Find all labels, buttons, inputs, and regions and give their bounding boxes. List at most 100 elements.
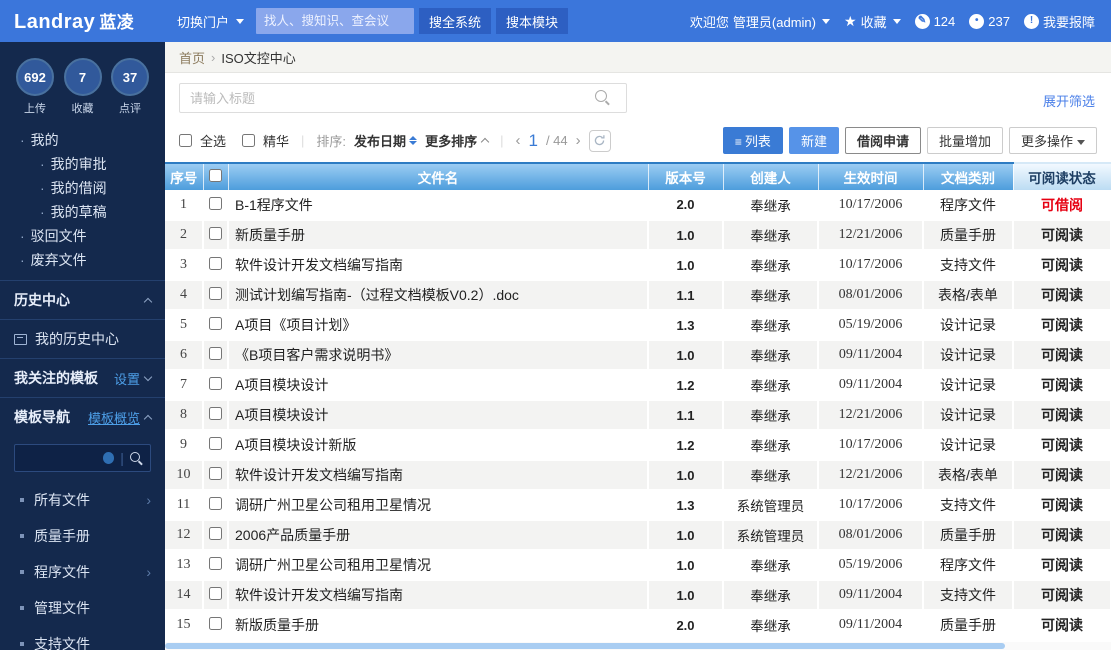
sidebar-search-input[interactable] xyxy=(23,451,103,465)
sort-field-button[interactable]: 发布日期 xyxy=(354,131,417,150)
file-name[interactable]: 《B项目客户需求说明书》 xyxy=(228,340,648,370)
row-checkbox[interactable] xyxy=(209,377,222,390)
file-name[interactable]: 软件设计开发文档编写指南 xyxy=(228,580,648,610)
user-menu[interactable]: 欢迎您管理员(admin) xyxy=(690,12,830,31)
table-row[interactable]: 2 新质量手册 1.0 奉继承 12/21/2006 质量手册 可阅读 xyxy=(165,220,1111,250)
table-row[interactable]: 1 B-1程序文件 2.0 奉继承 10/17/2006 程序文件 可借阅 xyxy=(165,190,1111,220)
search-icon[interactable] xyxy=(130,452,142,465)
table-row[interactable]: 7 A项目模块设计 1.2 奉继承 09/11/2004 设计记录 可阅读 xyxy=(165,370,1111,400)
portal-switch[interactable]: 切换门户 xyxy=(177,12,244,31)
table-row[interactable]: 14 软件设计开发文档编写指南 1.0 奉继承 09/11/2004 支持文件 … xyxy=(165,580,1111,610)
sidebar-search-box[interactable]: | xyxy=(14,444,151,472)
search-module-button[interactable]: 搜本模块 xyxy=(496,8,568,34)
sidebar-section-history[interactable]: 历史中心 xyxy=(0,280,165,319)
file-name[interactable]: 调研广州卫星公司租用卫星情况 xyxy=(228,550,648,580)
row-checkbox[interactable] xyxy=(209,227,222,240)
current-page[interactable]: 1 xyxy=(528,131,537,151)
row-checkbox[interactable] xyxy=(209,467,222,480)
row-checkbox[interactable] xyxy=(209,257,222,270)
file-name[interactable]: B-1程序文件 xyxy=(228,190,648,220)
sidebar-item-my-history[interactable]: 我的历史中心 xyxy=(0,319,165,358)
sidebar-item[interactable]: ·废弃文件 xyxy=(0,248,165,272)
header-effective-date[interactable]: 生效时间 xyxy=(818,163,923,190)
more-actions-button[interactable]: 更多操作 xyxy=(1009,127,1097,154)
file-name[interactable]: 调研广州卫星公司租用卫星情况 xyxy=(228,490,648,520)
refresh-button[interactable] xyxy=(589,130,611,152)
sidebar-section-template-nav[interactable]: 模板导航 模板概览 xyxy=(0,397,165,436)
list-view-button[interactable]: ≡列表 xyxy=(723,127,783,154)
more-sort-button[interactable]: 更多排序 xyxy=(425,131,488,150)
table-row[interactable]: 8 A项目模块设计 1.1 奉继承 12/21/2006 设计记录 可阅读 xyxy=(165,400,1111,430)
row-checkbox[interactable] xyxy=(209,617,222,630)
comment-counter[interactable]: •237 xyxy=(969,14,1010,29)
row-checkbox[interactable] xyxy=(209,317,222,330)
row-checkbox[interactable] xyxy=(209,347,222,360)
settings-link[interactable]: 设置 xyxy=(114,369,140,388)
row-checkbox[interactable] xyxy=(209,437,222,450)
sidebar-section-followed-templates[interactable]: 我关注的模板 设置 xyxy=(0,358,165,397)
table-row[interactable]: 5 A项目《项目计划》 1.3 奉继承 05/19/2006 设计记录 可阅读 xyxy=(165,310,1111,340)
header-version[interactable]: 版本号 xyxy=(648,163,723,190)
file-name[interactable]: 新版质量手册 xyxy=(228,610,648,640)
file-name[interactable]: 软件设计开发文档编写指南 xyxy=(228,460,648,490)
sidebar-file-item[interactable]: 所有文件 › xyxy=(0,482,165,518)
table-row[interactable]: 12 2006产品质量手册 1.0 系统管理员 08/01/2006 质量手册 … xyxy=(165,520,1111,550)
prev-page-button[interactable]: ‹ xyxy=(515,132,520,149)
breadcrumb-home[interactable]: 首页 xyxy=(179,48,205,67)
table-row[interactable]: 3 软件设计开发文档编写指南 1.0 奉继承 10/17/2006 支持文件 可… xyxy=(165,250,1111,280)
table-row[interactable]: 4 测试计划编写指南-（过程文档模板V0.2）.doc 1.1 奉继承 08/0… xyxy=(165,280,1111,310)
sidebar-file-item[interactable]: 程序文件 › xyxy=(0,554,165,590)
edit-counter[interactable]: ✎124 xyxy=(915,14,956,29)
sidebar-item[interactable]: ·我的借阅 xyxy=(0,176,165,200)
horizontal-scrollbar[interactable] xyxy=(165,642,1111,650)
row-checkbox[interactable] xyxy=(209,197,222,210)
stat-block[interactable]: 692 上传 xyxy=(16,58,54,116)
borrow-request-button[interactable]: 借阅申请 xyxy=(845,127,921,154)
table-row[interactable]: 13 调研广州卫星公司租用卫星情况 1.0 奉继承 05/19/2006 程序文… xyxy=(165,550,1111,580)
sidebar-file-item[interactable]: 管理文件 xyxy=(0,590,165,626)
scrollbar-thumb[interactable] xyxy=(165,643,1005,649)
next-page-button[interactable]: › xyxy=(576,132,581,149)
sidebar-item[interactable]: ·驳回文件 xyxy=(0,224,165,248)
file-name[interactable]: A项目模块设计新版 xyxy=(228,430,648,460)
row-checkbox[interactable] xyxy=(209,287,222,300)
header-filename[interactable]: 文件名 xyxy=(228,163,648,190)
sidebar-item[interactable]: ·我的草稿 xyxy=(0,200,165,224)
search-icon[interactable] xyxy=(595,90,610,105)
header-category[interactable]: 文档类别 xyxy=(923,163,1013,190)
header-index[interactable]: 序号 xyxy=(165,163,203,190)
title-search-input[interactable] xyxy=(179,83,627,113)
file-name[interactable]: A项目模块设计 xyxy=(228,400,648,430)
stat-block[interactable]: 7 收藏 xyxy=(64,58,102,116)
row-checkbox[interactable] xyxy=(209,497,222,510)
file-name[interactable]: 新质量手册 xyxy=(228,220,648,250)
row-checkbox[interactable] xyxy=(209,527,222,540)
sidebar-item[interactable]: ·我的 xyxy=(0,128,165,152)
file-name[interactable]: A项目《项目计划》 xyxy=(228,310,648,340)
report-issue[interactable]: !我要报障 xyxy=(1024,12,1095,31)
expand-filter-link[interactable]: 展开筛选 xyxy=(1043,91,1095,110)
table-row[interactable]: 9 A项目模块设计新版 1.2 奉继承 10/17/2006 设计记录 可阅读 xyxy=(165,430,1111,460)
new-button[interactable]: 新建 xyxy=(789,127,839,154)
global-search-input[interactable] xyxy=(256,8,414,34)
favorites-menu[interactable]: ★收藏 xyxy=(844,12,901,31)
featured-checkbox[interactable] xyxy=(242,134,255,147)
header-creator[interactable]: 创建人 xyxy=(723,163,818,190)
sidebar-file-item[interactable]: 质量手册 xyxy=(0,518,165,554)
header-checkbox[interactable] xyxy=(209,169,222,182)
clear-icon[interactable] xyxy=(103,452,114,464)
table-row[interactable]: 10 软件设计开发文档编写指南 1.0 奉继承 12/21/2006 表格/表单… xyxy=(165,460,1111,490)
sidebar-item[interactable]: ·我的审批 xyxy=(0,152,165,176)
search-system-button[interactable]: 搜全系统 xyxy=(419,8,491,34)
sidebar-file-item[interactable]: 支持文件 xyxy=(0,626,165,650)
table-row[interactable]: 6 《B项目客户需求说明书》 1.0 奉继承 09/11/2004 设计记录 可… xyxy=(165,340,1111,370)
file-name[interactable]: 软件设计开发文档编写指南 xyxy=(228,250,648,280)
row-checkbox[interactable] xyxy=(209,557,222,570)
stat-block[interactable]: 37 点评 xyxy=(111,58,149,116)
row-checkbox[interactable] xyxy=(209,407,222,420)
header-read-status[interactable]: 可阅读状态 xyxy=(1013,163,1111,190)
template-overview-link[interactable]: 模板概览 xyxy=(88,408,140,427)
file-name[interactable]: A项目模块设计 xyxy=(228,370,648,400)
file-name[interactable]: 2006产品质量手册 xyxy=(228,520,648,550)
table-row[interactable]: 11 调研广州卫星公司租用卫星情况 1.3 系统管理员 10/17/2006 支… xyxy=(165,490,1111,520)
